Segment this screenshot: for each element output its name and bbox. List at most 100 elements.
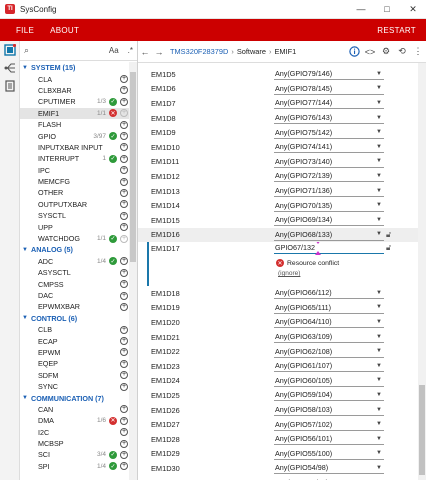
pin-select[interactable]: Any(GPIO65/111) ▼ bbox=[274, 302, 384, 314]
pin-select[interactable]: Any(GPIO71/136) ▼ bbox=[274, 185, 384, 198]
dropdown-arrow-icon[interactable]: ▼ bbox=[376, 173, 382, 179]
module-item-sysctl[interactable]: SYSCTL + bbox=[20, 210, 130, 221]
module-item-mcbsp[interactable]: MCBSP + bbox=[20, 438, 130, 449]
module-item-cmpss[interactable]: CMPSS + bbox=[20, 278, 130, 289]
module-item-cputimer[interactable]: CPUTIMER 1/3 ✓ + bbox=[20, 96, 130, 107]
dropdown-arrow-icon[interactable]: ▼ bbox=[376, 377, 382, 383]
module-search-input[interactable] bbox=[34, 43, 109, 58]
module-item-asysctl[interactable]: ASYSCTL + bbox=[20, 267, 130, 278]
generated-files-icon[interactable] bbox=[0, 77, 20, 95]
dropdown-arrow-icon[interactable]: ▼ bbox=[376, 144, 382, 150]
module-item-outputxbar[interactable]: OUTPUTXBAR + bbox=[20, 199, 130, 210]
pin-select[interactable]: Any(GPIO66/112) ▼ bbox=[274, 287, 384, 300]
pin-select[interactable]: Any(GPIO78/145) ▼ bbox=[274, 83, 384, 95]
add-instance-icon[interactable]: + bbox=[120, 291, 128, 300]
pin-select[interactable]: Any(GPIO57/102) ▼ bbox=[274, 419, 384, 431]
category-system[interactable]: ▼ SYSTEM (15) bbox=[20, 62, 130, 73]
dropdown-arrow-icon[interactable]: ▼ bbox=[376, 392, 382, 398]
module-item-flash[interactable]: FLASH + bbox=[20, 119, 130, 130]
module-item-sdfm[interactable]: SDFM + bbox=[20, 370, 130, 381]
pin-mux-icon[interactable] bbox=[0, 59, 20, 77]
back-arrow-icon[interactable]: ← bbox=[138, 47, 152, 57]
module-item-watchdog[interactable]: WATCHDOG 1/1 ✓ + bbox=[20, 233, 130, 244]
add-instance-icon[interactable]: + bbox=[120, 439, 128, 448]
pin-select-conflict[interactable]: GPIO67/132 bbox=[274, 242, 384, 254]
minimize-button[interactable]: — bbox=[348, 0, 374, 19]
add-instance-icon[interactable]: + bbox=[120, 348, 128, 357]
category-analog[interactable]: ▼ ANALOG (5) bbox=[20, 244, 130, 255]
dropdown-arrow-icon[interactable]: ▼ bbox=[376, 407, 382, 413]
pin-select[interactable]: Any(GPIO59/104) ▼ bbox=[274, 389, 384, 402]
close-button[interactable]: ✕ bbox=[400, 0, 426, 19]
module-item-sync[interactable]: SYNC + bbox=[20, 381, 130, 392]
dropdown-arrow-icon[interactable]: ▼ bbox=[376, 334, 382, 340]
pin-select[interactable]: Any(GPIO74/141) ▼ bbox=[274, 141, 384, 154]
breadcrumb-section[interactable]: Software bbox=[237, 47, 266, 56]
pin-select[interactable]: Any(GPIO63/109) ▼ bbox=[274, 331, 384, 344]
module-item-sci[interactable]: SCI 3/4 ✓ + bbox=[20, 449, 130, 460]
add-instance-icon[interactable]: + bbox=[120, 109, 128, 118]
collapse-caret-icon[interactable]: ▼ bbox=[22, 315, 31, 321]
pin-select[interactable]: Any(GPIO69/134) ▼ bbox=[274, 214, 384, 227]
module-item-ipc[interactable]: IPC + bbox=[20, 165, 130, 176]
module-item-cla[interactable]: CLA + bbox=[20, 73, 130, 84]
module-list-scrollbar[interactable] bbox=[129, 62, 137, 480]
module-item-upp[interactable]: UPP + bbox=[20, 221, 130, 232]
dropdown-arrow-icon[interactable]: ▼ bbox=[376, 450, 382, 456]
dropdown-arrow-icon[interactable]: ▼ bbox=[376, 85, 382, 91]
pin-select[interactable]: Any(GPIO56/101) ▼ bbox=[274, 433, 384, 446]
add-instance-icon[interactable]: + bbox=[120, 132, 128, 141]
add-instance-icon[interactable]: + bbox=[120, 234, 128, 243]
dropdown-arrow-icon[interactable]: ▼ bbox=[376, 363, 382, 369]
dropdown-arrow-icon[interactable]: ▼ bbox=[376, 217, 382, 223]
pin-select[interactable]: Any(GPIO76/143) ▼ bbox=[274, 112, 384, 125]
module-item-other[interactable]: OTHER + bbox=[20, 187, 130, 198]
add-instance-icon[interactable]: + bbox=[120, 223, 128, 232]
maximize-button[interactable]: □ bbox=[374, 0, 400, 19]
config-scrollbar-thumb[interactable] bbox=[419, 385, 425, 475]
info-icon[interactable] bbox=[346, 44, 362, 60]
dropdown-arrow-icon[interactable]: ▼ bbox=[376, 158, 382, 164]
add-instance-icon[interactable]: + bbox=[120, 450, 128, 459]
add-instance-icon[interactable]: + bbox=[120, 200, 128, 209]
dropdown-arrow-icon[interactable]: ▼ bbox=[376, 348, 382, 354]
module-item-can[interactable]: CAN + bbox=[20, 404, 130, 415]
pin-select[interactable]: Any(GPIO75/142) ▼ bbox=[274, 127, 384, 139]
add-instance-icon[interactable]: + bbox=[120, 359, 128, 368]
pin-select[interactable]: Any(GPIO60/105) ▼ bbox=[274, 375, 384, 387]
module-item-gpio[interactable]: GPIO 3/97 ✓ + bbox=[20, 130, 130, 141]
pin-select[interactable]: Any(GPIO62/108) ▼ bbox=[274, 346, 384, 358]
menu-about[interactable]: ABOUT bbox=[42, 26, 87, 35]
forward-arrow-icon[interactable]: → bbox=[152, 47, 166, 57]
add-instance-icon[interactable]: + bbox=[120, 154, 128, 163]
software-view-icon[interactable] bbox=[0, 41, 20, 59]
module-item-adc[interactable]: ADC 1/4 ✓ + bbox=[20, 256, 130, 267]
dropdown-arrow-icon[interactable]: ▼ bbox=[376, 188, 382, 194]
add-instance-icon[interactable]: + bbox=[120, 382, 128, 391]
add-instance-icon[interactable]: + bbox=[120, 86, 128, 95]
module-item-emif1[interactable]: EMIF1 1/1 ✕ + bbox=[20, 107, 130, 119]
module-item-clbxbar[interactable]: CLBXBAR + bbox=[20, 85, 130, 96]
collapse-caret-icon[interactable]: ▼ bbox=[22, 247, 31, 253]
add-instance-icon[interactable]: + bbox=[120, 143, 128, 152]
more-options-icon[interactable]: ⋮ bbox=[410, 44, 426, 60]
pin-select[interactable]: Any(GPIO72/139) ▼ bbox=[274, 170, 384, 183]
pin-select[interactable]: Any(GPIO64/110) ▼ bbox=[274, 316, 384, 329]
pin-select[interactable]: Any(GPIO73/140) ▼ bbox=[274, 156, 384, 168]
pin-select[interactable]: Any(GPIO79/146) ▼ bbox=[274, 68, 384, 81]
module-item-epwm[interactable]: EPWM + bbox=[20, 347, 130, 358]
dropdown-arrow-icon[interactable]: ▼ bbox=[376, 115, 382, 121]
dropdown-arrow-icon[interactable]: ▼ bbox=[376, 319, 382, 325]
add-instance-icon[interactable]: + bbox=[120, 188, 128, 197]
dropdown-arrow-icon[interactable]: ▼ bbox=[376, 202, 382, 208]
add-instance-icon[interactable]: + bbox=[120, 211, 128, 220]
pin-select[interactable]: Any(GPIO68/133) ▼ bbox=[274, 229, 384, 241]
module-item-dac[interactable]: DAC + bbox=[20, 290, 130, 301]
collapse-caret-icon[interactable]: ▼ bbox=[22, 65, 31, 71]
code-view-icon[interactable]: <> bbox=[362, 44, 378, 60]
pin-select[interactable]: Any(GPIO70/135) ▼ bbox=[274, 200, 384, 212]
dropdown-arrow-icon[interactable]: ▼ bbox=[376, 436, 382, 442]
history-icon[interactable]: ⟲ bbox=[394, 44, 410, 60]
dropdown-arrow-icon[interactable]: ▼ bbox=[376, 304, 382, 310]
add-instance-icon[interactable]: + bbox=[120, 97, 128, 106]
